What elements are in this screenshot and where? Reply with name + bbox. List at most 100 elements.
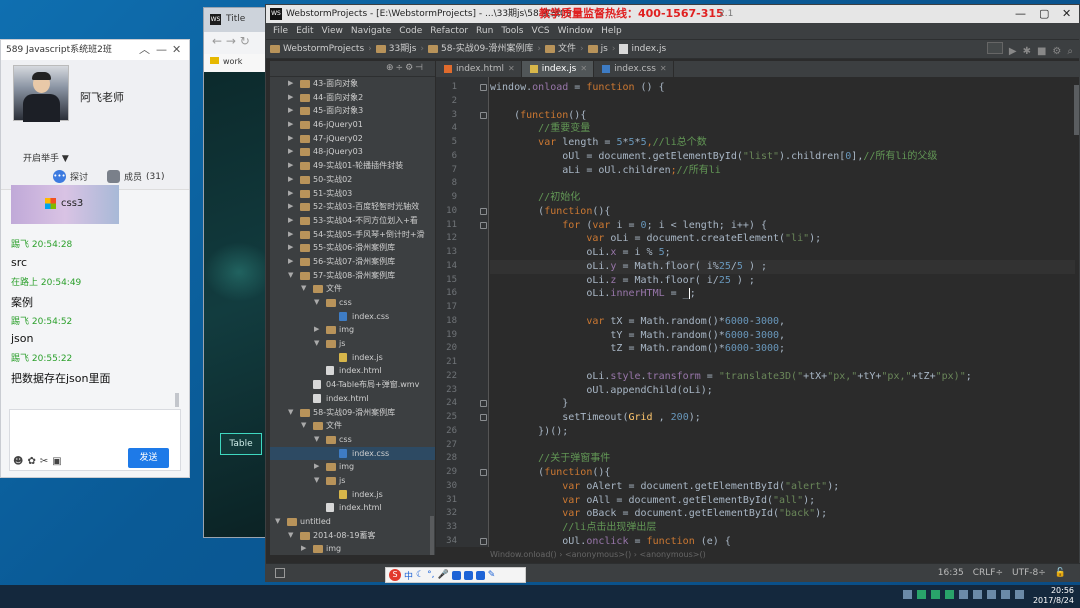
collapsed-arrow-icon[interactable]: ▶ (288, 228, 293, 242)
browser-tab[interactable]: WS Title (204, 8, 272, 32)
collapsed-arrow-icon[interactable]: ▶ (288, 173, 293, 187)
punctuation-icon[interactable]: °, (427, 570, 434, 580)
editor-tab[interactable]: index.css ✕ (594, 61, 674, 77)
tree-item[interactable]: ▼ 文件 (270, 282, 435, 296)
tree-item[interactable]: index.html (270, 392, 435, 406)
expanded-arrow-icon[interactable]: ▼ (288, 529, 293, 543)
fold-marker-icon[interactable] (480, 469, 487, 476)
tree-item[interactable]: ▶ img (270, 323, 435, 337)
back-icon[interactable]: ← (212, 34, 222, 48)
close-tab-icon[interactable]: ✕ (580, 61, 587, 77)
expanded-arrow-icon[interactable]: ▼ (314, 296, 319, 310)
file-encoding[interactable]: UTF-8÷ (1012, 564, 1046, 582)
tree-item[interactable]: ▼ 文件 (270, 419, 435, 433)
search-icon[interactable]: ⌕ (1067, 42, 1073, 61)
tree-item[interactable]: index.js (270, 488, 435, 502)
send-button[interactable]: 发送 (128, 448, 169, 468)
tray-app-icon[interactable] (931, 590, 940, 599)
toolbox-icon[interactable] (475, 570, 485, 580)
collapsed-arrow-icon[interactable]: ▶ (301, 542, 306, 555)
expanded-arrow-icon[interactable]: ▼ (314, 337, 319, 351)
tree-item[interactable]: ▶ 50-实战02 (270, 173, 435, 187)
target-icon[interactable]: ⊕ (386, 63, 396, 73)
keyboard-icon[interactable] (451, 570, 461, 580)
project-scrollbar[interactable] (430, 516, 434, 555)
tree-item[interactable]: index.html (270, 364, 435, 378)
scissors-icon[interactable]: ✂ (40, 456, 48, 467)
expanded-arrow-icon[interactable]: ▼ (314, 474, 319, 488)
breadcrumb-item[interactable]: 33期js (375, 40, 416, 58)
collapsed-arrow-icon[interactable]: ▶ (288, 159, 293, 173)
tree-item[interactable]: ▶ 56-实战07-滑州案例库 (270, 255, 435, 269)
tray-app-icon[interactable] (945, 590, 954, 599)
tree-item[interactable]: ▼ 58-实战09-滑州案例库 (270, 406, 435, 420)
tree-item[interactable]: index.css (270, 310, 435, 324)
fold-marker-icon[interactable] (480, 400, 487, 408)
run-config-select[interactable] (986, 42, 1003, 54)
collapsed-arrow-icon[interactable]: ▶ (288, 77, 293, 91)
forward-icon[interactable]: → (226, 34, 236, 48)
collapsed-arrow-icon[interactable]: ▶ (288, 91, 293, 105)
tray-app-icon[interactable] (917, 590, 926, 599)
tree-item[interactable]: ▶ 47-jQuery02 (270, 132, 435, 146)
menu-vcs[interactable]: VCS (531, 23, 549, 39)
tray-arrow-icon[interactable] (903, 590, 912, 599)
menu-navigate[interactable]: Navigate (351, 23, 391, 39)
tree-item[interactable]: ▶ 53-实战04-不同方位划入+看 (270, 214, 435, 228)
menu-refactor[interactable]: Refactor (430, 23, 468, 39)
breadcrumb-item[interactable]: WebstormProjects (270, 40, 364, 58)
expanded-arrow-icon[interactable]: ▼ (301, 282, 306, 296)
minimize-icon[interactable]: — (156, 40, 167, 60)
hide-icon[interactable]: ⊣ (415, 63, 425, 73)
expanded-arrow-icon[interactable]: ▼ (301, 419, 306, 433)
caret-position[interactable]: 16:35 (938, 564, 964, 582)
fold-marker-icon[interactable] (480, 207, 487, 215)
tree-item[interactable]: ▼ untitled (270, 515, 435, 529)
collapsed-arrow-icon[interactable]: ▶ (288, 145, 293, 159)
moon-icon[interactable]: ☾ (416, 570, 424, 580)
tree-item[interactable]: ▼ 57-实战08-滑州案例库 (270, 269, 435, 283)
menu-window[interactable]: Window (558, 23, 594, 39)
close-icon[interactable]: ✕ (1062, 5, 1071, 23)
tree-item[interactable]: ▶ 46-jQuery01 (270, 118, 435, 132)
tree-item[interactable]: index.css (270, 446, 435, 461)
tree-item[interactable]: ▼ css (270, 433, 435, 447)
collapsed-arrow-icon[interactable]: ▶ (288, 214, 293, 228)
emoji-icon[interactable]: ☻ (13, 456, 23, 467)
chevron-up-icon[interactable]: ︿ (139, 40, 150, 60)
tree-item[interactable]: index.js (270, 351, 435, 365)
close-icon[interactable]: ✕ (172, 40, 181, 60)
menu-help[interactable]: Help (601, 23, 622, 39)
breadcrumb-item[interactable]: 文件 (545, 40, 576, 58)
tree-item[interactable]: ▶ 55-实战06-滑州案例库 (270, 241, 435, 255)
breadcrumb-item[interactable]: 58-实战09-滑州案例库 (428, 40, 533, 58)
tree-item[interactable]: ▶ 43-面向对象 (270, 77, 435, 91)
code-editor[interactable]: window.onload = function () { (function(… (490, 77, 1075, 547)
close-tab-icon[interactable]: ✕ (660, 61, 667, 77)
breadcrumb-item[interactable]: js (587, 40, 608, 58)
collapsed-arrow-icon[interactable]: ▶ (288, 200, 293, 214)
microphone-icon[interactable]: 🎤 (437, 570, 448, 580)
menu-code[interactable]: Code (399, 23, 422, 39)
sticker-icon[interactable]: ✿ (27, 456, 35, 467)
tree-item[interactable]: ▶ img (270, 542, 435, 555)
tree-item[interactable]: index.html (270, 501, 435, 515)
collapsed-arrow-icon[interactable]: ▶ (288, 104, 293, 118)
tree-item[interactable]: ▼ js (270, 337, 435, 351)
tree-item[interactable]: ▼ 2014-08-19蓄客 (270, 529, 435, 543)
expanded-arrow-icon[interactable]: ▼ (275, 515, 280, 529)
collapsed-arrow-icon[interactable]: ▶ (288, 241, 293, 255)
lock-icon[interactable]: 🔓 (1055, 564, 1066, 582)
tray-app-icon[interactable] (959, 590, 968, 599)
fold-marker-icon[interactable] (480, 111, 487, 119)
minimize-icon[interactable]: — (1015, 5, 1026, 23)
debug-icon[interactable]: ✱ (1023, 42, 1031, 61)
expanded-arrow-icon[interactable]: ▼ (288, 406, 293, 420)
line-separator[interactable]: CRLF÷ (973, 564, 1003, 582)
tree-item[interactable]: ▶ img (270, 460, 435, 474)
maximize-icon[interactable]: ▢ (1039, 5, 1049, 23)
breadcrumb-item[interactable]: index.js (619, 40, 666, 58)
collapsed-arrow-icon[interactable]: ▶ (288, 187, 293, 201)
menu-edit[interactable]: Edit (296, 23, 313, 39)
menu-run[interactable]: Run (476, 23, 493, 39)
